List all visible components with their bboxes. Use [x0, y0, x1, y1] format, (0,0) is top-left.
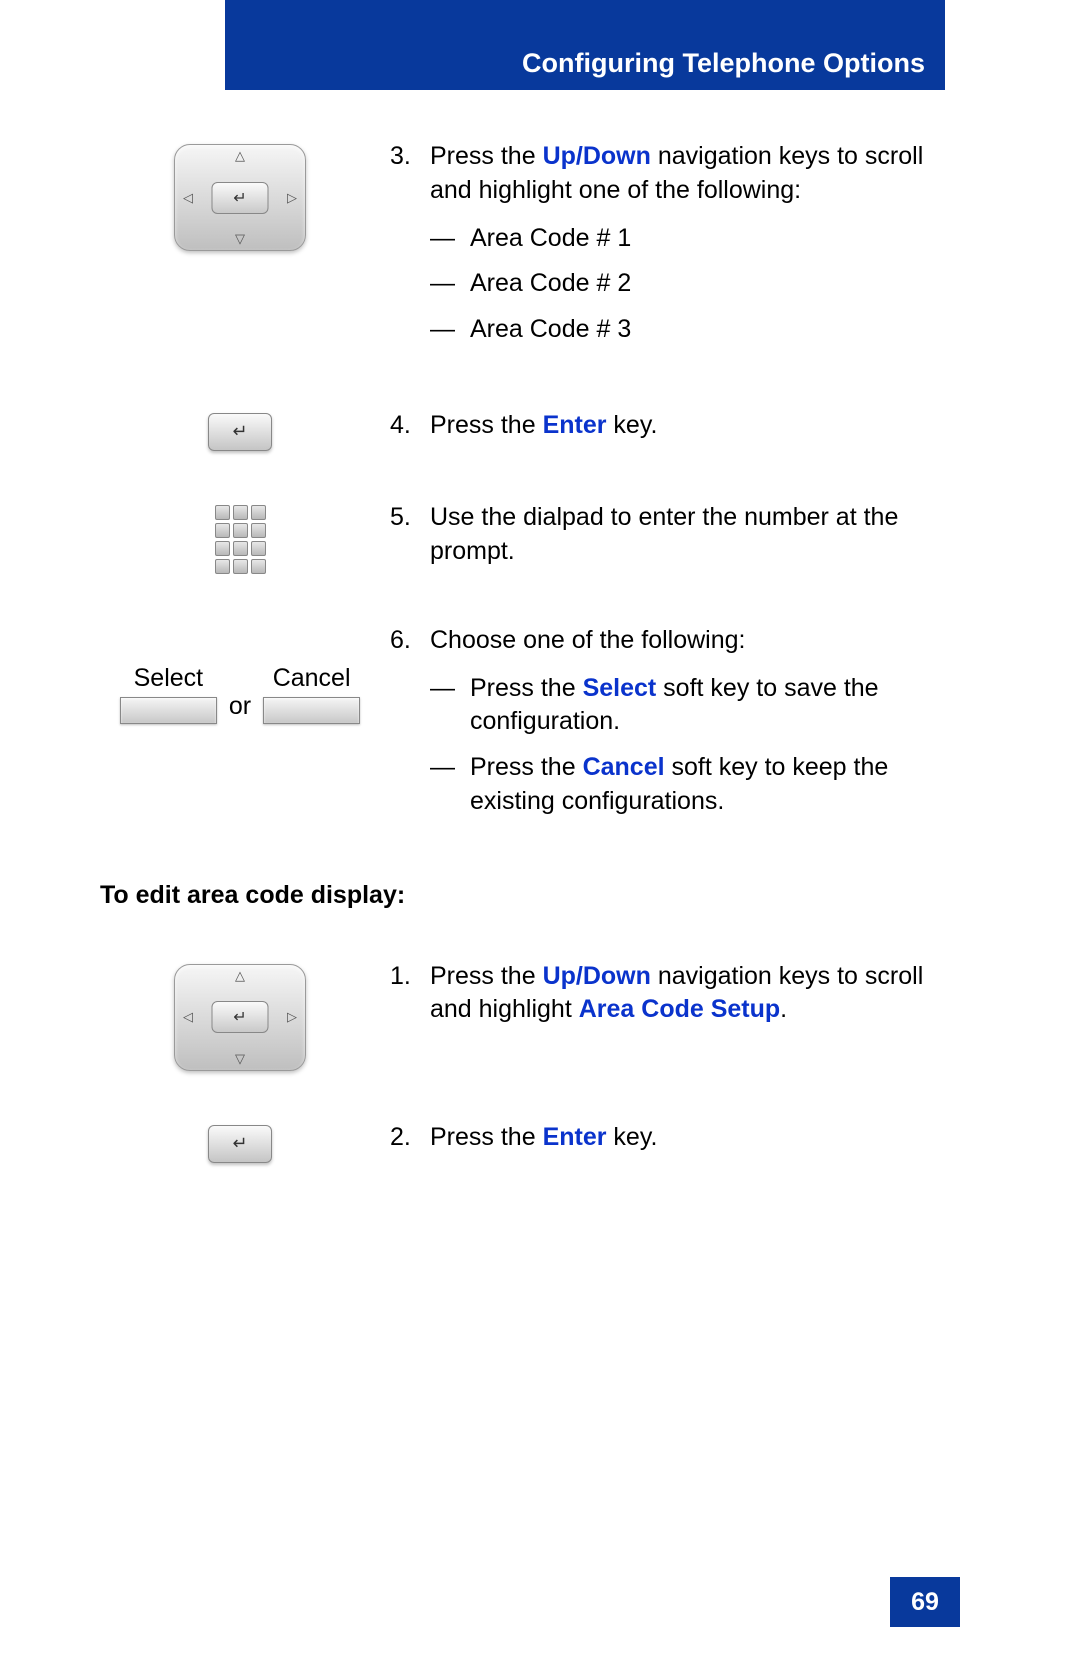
text: Choose one of the following: — [430, 626, 746, 654]
enter-key-icon: ↵ — [208, 413, 272, 451]
text: key. — [606, 1123, 657, 1151]
text: Press the — [430, 142, 543, 170]
select-softkey-label: Select — [134, 664, 203, 693]
area-code-option: Area Code # 3 — [470, 313, 631, 347]
text: Press the — [430, 1123, 543, 1151]
arrow-up-icon: △ — [235, 968, 245, 984]
softkey-group: Select or Cancel — [120, 664, 360, 724]
dash: — — [430, 222, 470, 256]
enter-term: Enter — [543, 411, 607, 439]
text: key. — [606, 411, 657, 439]
text: . — [780, 995, 787, 1023]
enter-key-illustration: ↵ — [90, 409, 390, 451]
subheading: To edit area code display: — [100, 881, 970, 910]
area-code-setup-term: Area Code Setup — [579, 995, 780, 1023]
step-3-row: △ ▽ ◁ ▷ ↵ 3. Press the Up/Down navigatio… — [90, 140, 970, 359]
page-number: 69 — [890, 1577, 960, 1627]
nav-key-illustration: △ ▽ ◁ ▷ ↵ — [90, 960, 390, 1071]
enter-center-icon: ↵ — [212, 182, 269, 214]
step-number: 2. — [390, 1121, 430, 1155]
cancel-term: Cancel — [583, 753, 665, 781]
step-5-text: 5. Use the dialpad to enter the number a… — [390, 501, 970, 569]
edit-step-2-row: ↵ 2. Press the Enter key. — [90, 1121, 970, 1163]
step-5-row: 5. Use the dialpad to enter the number a… — [90, 501, 970, 574]
text: Press the — [430, 962, 543, 990]
edit-step-1-text: 1. Press the Up/Down navigation keys to … — [390, 960, 970, 1028]
nav-key-illustration: △ ▽ ◁ ▷ ↵ — [90, 140, 390, 251]
edit-step-2-text: 2. Press the Enter key. — [390, 1121, 970, 1155]
dialpad-illustration — [90, 501, 390, 574]
step-4-row: ↵ 4. Press the Enter key. — [90, 409, 970, 451]
arrow-right-icon: ▷ — [287, 1009, 297, 1025]
enter-key-illustration: ↵ — [90, 1121, 390, 1163]
page-header: Configuring Telephone Options — [225, 48, 925, 79]
softkey-illustration: Select or Cancel — [90, 624, 390, 724]
enter-center-icon: ↵ — [212, 1001, 269, 1033]
area-code-option: Area Code # 2 — [470, 267, 631, 301]
select-term: Select — [583, 674, 657, 702]
step-number: 4. — [390, 409, 430, 443]
arrow-up-icon: △ — [235, 148, 245, 164]
step-number: 6. — [390, 624, 430, 831]
dialpad-icon — [215, 505, 266, 574]
page-content: △ ▽ ◁ ▷ ↵ 3. Press the Up/Down navigatio… — [90, 140, 970, 1213]
step-4-text: 4. Press the Enter key. — [390, 409, 970, 443]
edit-step-1-row: △ ▽ ◁ ▷ ↵ 1. Press the Up/Down navigatio… — [90, 960, 970, 1071]
arrow-down-icon: ▽ — [235, 1051, 245, 1067]
dash: — — [430, 267, 470, 301]
text: Use the dialpad to enter the number at t… — [430, 501, 970, 569]
dash: — — [430, 313, 470, 347]
step-3-text: 3. Press the Up/Down navigation keys to … — [390, 140, 970, 359]
updown-term: Up/Down — [543, 962, 651, 990]
enter-key-icon: ↵ — [208, 1125, 272, 1163]
cancel-softkey-icon — [263, 697, 360, 724]
text: Press the — [470, 753, 583, 781]
step-number: 3. — [390, 140, 430, 359]
enter-term: Enter — [543, 1123, 607, 1151]
step-number: 1. — [390, 960, 430, 1028]
arrow-down-icon: ▽ — [235, 231, 245, 247]
select-softkey-icon — [120, 697, 217, 724]
dash: — — [430, 751, 470, 819]
step-number: 5. — [390, 501, 430, 569]
or-text: or — [225, 692, 255, 721]
step-6-text: 6. Choose one of the following: — Press … — [390, 624, 970, 831]
navpad-icon: △ ▽ ◁ ▷ ↵ — [174, 964, 306, 1071]
text: Press the — [430, 411, 543, 439]
text: Press the — [470, 674, 583, 702]
manual-page: Configuring Telephone Options △ ▽ ◁ ▷ ↵ … — [0, 0, 1080, 1669]
updown-term: Up/Down — [543, 142, 651, 170]
arrow-left-icon: ◁ — [183, 1009, 193, 1025]
dash: — — [430, 672, 470, 740]
cancel-softkey-label: Cancel — [273, 664, 351, 693]
step-6-row: Select or Cancel 6. Choose one of the fo… — [90, 624, 970, 831]
area-code-option: Area Code # 1 — [470, 222, 631, 256]
navpad-icon: △ ▽ ◁ ▷ ↵ — [174, 144, 306, 251]
arrow-left-icon: ◁ — [183, 190, 193, 206]
arrow-right-icon: ▷ — [287, 190, 297, 206]
